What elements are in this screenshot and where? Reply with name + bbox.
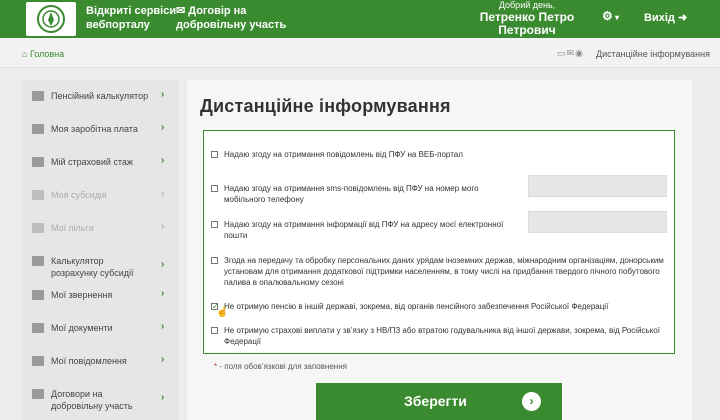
- consent-text: Надаю згоду на отримання sms-повідомлень…: [224, 184, 479, 204]
- consent-text: Не отримую пенсію в іншій державі, зокре…: [224, 302, 609, 311]
- breadcrumb-current: Дистанційне інформування: [596, 49, 710, 59]
- sidebar-item-label: Мої пільги: [51, 223, 94, 233]
- envelope-icon[interactable]: ✉: [567, 48, 576, 58]
- required-star: *: [214, 362, 218, 371]
- sidebar-item-pension-calculator[interactable]: Пенсійний калькулятор ›: [22, 89, 179, 110]
- phone-number-input[interactable]: [528, 175, 667, 197]
- chevron-right-icon: ›: [161, 354, 165, 365]
- sidebar-menu: Пенсійний калькулятор › Моя заробітна пл…: [22, 80, 179, 420]
- breadcrumb-bar: ⌂ Головна ▭✉◉ Дистанційне інформування: [0, 38, 720, 68]
- help-icon[interactable]: ◉: [575, 48, 584, 58]
- sidebar-item-label: Мої повідомлення: [51, 356, 127, 366]
- logout-icon: ➜: [677, 12, 688, 24]
- consent-checkbox-email[interactable]: [211, 221, 218, 228]
- consent-form: Надаю згоду на отримання повідомлень від…: [203, 130, 675, 354]
- sidebar-item-salary[interactable]: Моя заробітна плата ›: [22, 122, 179, 143]
- sidebar-item-insurance-record[interactable]: Мій страховий стаж ›: [22, 155, 179, 176]
- home-icon: ⌂: [22, 49, 28, 59]
- sidebar-item-voluntary-contracts[interactable]: Договори на добровільну участь ›: [22, 388, 179, 414]
- logout-label: Вихід: [644, 12, 675, 24]
- required-fields-note: * - поля обов’язкові для заповнення: [214, 362, 347, 371]
- chevron-right-icon: ›: [161, 288, 165, 299]
- save-button[interactable]: Зберегти ›: [316, 383, 562, 420]
- folder-icon: [32, 223, 44, 233]
- calculator-icon: [32, 256, 44, 266]
- calendar-icon: [32, 157, 44, 167]
- gear-icon: ⚙: [602, 9, 613, 23]
- sidebar-item-label: Пенсійний калькулятор: [51, 91, 149, 101]
- user-name-line2: Петрович: [498, 23, 556, 37]
- sidebar-item-label: Моя заробітна плата: [51, 124, 138, 134]
- chevron-right-icon: ›: [161, 155, 165, 166]
- sidebar-item-label: Мої документи: [51, 323, 113, 333]
- open-services-link[interactable]: Відкриті сервіси вебпорталу: [86, 4, 176, 32]
- chevron-right-icon: ›: [161, 89, 165, 100]
- sidebar-item-label: Договори на добровільну участь: [51, 389, 133, 411]
- top-header: Відкриті сервіси вебпорталу ✉ Договір на …: [0, 0, 720, 38]
- consent-checkbox-no-foreign-insurance[interactable]: [211, 327, 218, 334]
- user-greeting: Добрий день, Петренко Петро Петрович: [476, 0, 578, 37]
- sidebar-item-documents[interactable]: Мої документи ›: [22, 321, 179, 342]
- consent-text: Надаю згоду на отримання інформації від …: [224, 220, 504, 240]
- mail-icon: [32, 389, 44, 399]
- arrow-right-icon: ›: [522, 392, 541, 411]
- logout-button[interactable]: Вихід ➜: [644, 11, 687, 25]
- caret-down-icon: ▾: [612, 13, 620, 22]
- wallet-icon: [32, 124, 44, 134]
- consent-text: Надаю згоду на отримання повідомлень від…: [224, 150, 463, 159]
- sidebar-item-messages[interactable]: Мої повідомлення ›: [22, 354, 179, 375]
- consent-text: Не отримую страхові виплати у зв’язку з …: [224, 326, 660, 346]
- sidebar-item-subsidy-calculator[interactable]: Калькулятор розрахунку субсидії ›: [22, 255, 179, 281]
- open-services-line1: Відкриті сервіси: [86, 5, 177, 17]
- mouse-pointer-icon: ☝: [216, 307, 229, 318]
- sidebar-item-label: Калькулятор розрахунку субсидії: [51, 256, 134, 278]
- sidebar-item-appeals[interactable]: Мої звернення ›: [22, 288, 179, 309]
- save-button-label: Зберегти: [404, 393, 467, 409]
- breadcrumb-home[interactable]: ⌂ Головна: [22, 49, 64, 59]
- voluntary-contract-link[interactable]: ✉ Договір на добровільну участь: [176, 4, 286, 32]
- folder-icon: [32, 190, 44, 200]
- chevron-right-icon: ›: [161, 188, 165, 199]
- voluntary-line1: Договір на: [188, 5, 247, 17]
- sidebar-item-label: Мої звернення: [51, 290, 113, 300]
- consent-checkbox-web-portal[interactable]: [211, 151, 218, 158]
- breadcrumb-home-label: Головна: [29, 49, 65, 59]
- page-title: Дистанційне інформування: [200, 96, 451, 116]
- mail-icon: [32, 290, 44, 300]
- sidebar-item-subsidy[interactable]: Моя субсидія ›: [22, 188, 179, 209]
- chevron-right-icon: ›: [161, 122, 165, 133]
- mail-icon: [32, 356, 44, 366]
- chevron-right-icon: ›: [161, 259, 165, 270]
- email-input[interactable]: [528, 211, 667, 233]
- sidebar-item-label: Мій страховий стаж: [51, 157, 133, 167]
- pfu-logo[interactable]: [26, 2, 76, 36]
- sidebar-item-label: Моя субсидія: [51, 190, 107, 200]
- chevron-right-icon: ›: [161, 221, 165, 232]
- chevron-right-icon: ›: [161, 392, 165, 403]
- folder-icon: [32, 323, 44, 333]
- voluntary-line2: добровільну участь: [176, 19, 287, 31]
- settings-menu[interactable]: ⚙ ▾: [602, 9, 619, 25]
- consent-checkbox-sms[interactable]: [211, 185, 218, 192]
- chevron-right-icon: ›: [161, 321, 165, 332]
- required-note-text: - поля обов’язкові для заповнення: [219, 362, 347, 371]
- envelope-icon: ✉: [176, 5, 186, 17]
- open-services-line2: вебпорталу: [86, 19, 150, 31]
- pfu-emblem-icon: [37, 5, 65, 33]
- monitor-icon[interactable]: ▭: [557, 48, 567, 58]
- consent-text: Згода на передачу та обробку персональни…: [224, 256, 664, 287]
- consent-checkbox-foreign-data[interactable]: [211, 257, 218, 264]
- calculator-icon: [32, 91, 44, 101]
- breadcrumb-tools: ▭✉◉: [557, 48, 584, 59]
- sidebar-item-benefits[interactable]: Мої пільги ›: [22, 221, 179, 242]
